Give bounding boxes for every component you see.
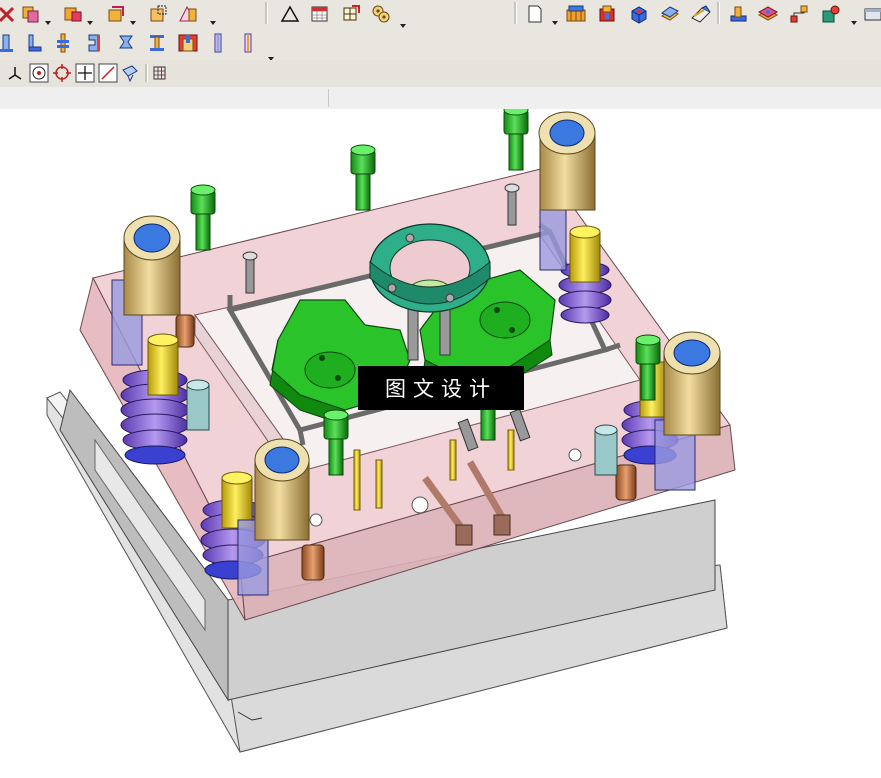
surface-patch-icon[interactable] [659, 3, 681, 25]
line-tool-icon[interactable] [97, 62, 119, 84]
delete-icon[interactable] [0, 3, 18, 25]
status-divider [328, 89, 329, 107]
body-transform-icon[interactable] [105, 3, 127, 25]
mold-base-icon[interactable] [565, 3, 587, 25]
bore-icon[interactable] [207, 32, 229, 54]
cooling-icon[interactable] [177, 32, 199, 54]
gear-parts-icon[interactable] [370, 3, 392, 25]
new-document-icon[interactable] [524, 3, 546, 25]
triangle-icon[interactable] [279, 3, 301, 25]
datum-plane-icon[interactable] [4, 62, 26, 84]
stop-pin-icon[interactable] [146, 32, 168, 54]
parting-icon[interactable] [690, 3, 712, 25]
support-icon[interactable] [115, 32, 137, 54]
mold-tools-toolbar [0, 28, 881, 61]
bore-line-icon[interactable] [237, 32, 259, 54]
snap-toolbar [0, 60, 881, 88]
toolbar-separator [145, 64, 148, 82]
grid-edit-icon[interactable] [340, 3, 362, 25]
cue-line-bar [0, 87, 881, 110]
graphics-viewport[interactable]: 图文设计 [0, 109, 881, 778]
point-circle-icon[interactable] [28, 62, 50, 84]
toolbar-separator [265, 2, 268, 24]
panel-icon[interactable] [862, 3, 881, 25]
pin-side-icon[interactable] [23, 32, 45, 54]
ejector-pin-icon[interactable] [52, 32, 74, 54]
toolbar-separator [514, 2, 517, 24]
mold-assembly-model [46, 109, 736, 753]
crosshair-icon[interactable] [74, 62, 96, 84]
chevron-down-icon[interactable] [45, 11, 51, 25]
gate-icon[interactable] [788, 3, 810, 25]
draft-analysis-icon[interactable] [177, 3, 199, 25]
watermark-label: 图文设计 [358, 366, 524, 410]
toolbar-area [0, 0, 881, 110]
sleeve-icon[interactable] [84, 32, 106, 54]
mesh-icon[interactable] [149, 62, 171, 84]
copy-body-icon[interactable] [20, 3, 42, 25]
cavity-layout-icon[interactable] [757, 3, 779, 25]
insert-icon[interactable] [820, 3, 842, 25]
target-icon[interactable] [51, 62, 73, 84]
chevron-down-icon[interactable] [210, 11, 216, 25]
block-icon[interactable] [628, 3, 650, 25]
chevron-down-icon[interactable] [268, 47, 274, 61]
standard-toolbar [0, 0, 881, 29]
boolean-body-icon[interactable] [62, 3, 84, 25]
chevron-down-icon[interactable] [851, 11, 857, 25]
face-select-icon[interactable] [119, 62, 141, 84]
toolbar-separator [717, 2, 720, 24]
chevron-down-icon[interactable] [130, 11, 136, 25]
slide-icon[interactable] [727, 3, 749, 25]
chevron-down-icon[interactable] [87, 11, 93, 25]
extract-body-icon[interactable] [148, 3, 170, 25]
mold-wizard-icon[interactable] [596, 3, 618, 25]
chevron-down-icon[interactable] [400, 14, 406, 28]
pin-up-icon[interactable] [0, 32, 17, 54]
table-icon[interactable] [309, 3, 331, 25]
chevron-down-icon[interactable] [552, 11, 558, 25]
